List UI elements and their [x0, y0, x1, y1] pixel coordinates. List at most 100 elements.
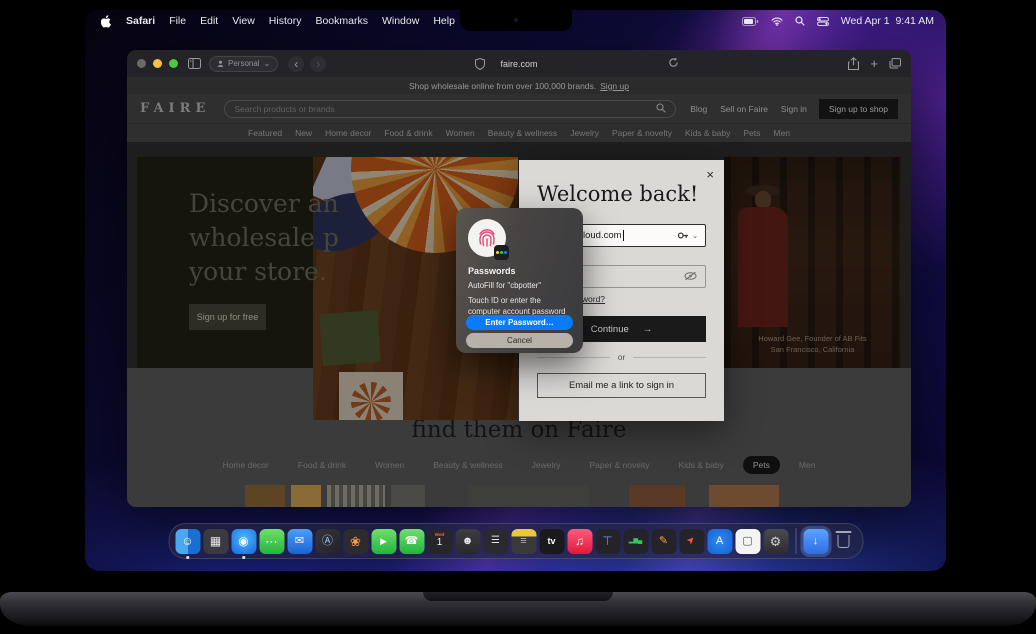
product-thumb[interactable]	[629, 485, 685, 507]
tab-overview-icon[interactable]	[889, 58, 901, 69]
menu-history[interactable]: History	[269, 15, 302, 27]
nav-home-decor[interactable]: Home decor	[325, 128, 371, 138]
menu-help[interactable]: Help	[433, 15, 455, 27]
banner-sign-up-link[interactable]: Sign up	[600, 81, 629, 91]
menu-bookmarks[interactable]: Bookmarks	[315, 15, 368, 27]
product-thumb[interactable]	[469, 485, 589, 507]
nav-featured[interactable]: Featured	[248, 128, 282, 138]
pill-beauty-wellness[interactable]: Beauty & wellness	[423, 456, 512, 474]
minimize-window-button[interactable]	[153, 59, 162, 68]
search-input[interactable]: Search products or brands	[224, 100, 676, 118]
dock-app-photos[interactable]: ❀	[343, 529, 368, 554]
nav-beauty-wellness[interactable]: Beauty & wellness	[488, 128, 557, 138]
dialog-app-name: Passwords	[468, 266, 516, 276]
product-thumb[interactable]	[291, 485, 321, 507]
pill-food-drink[interactable]: Food & drink	[288, 456, 356, 474]
pill-home-decor[interactable]: Home decor	[213, 456, 279, 474]
zoom-window-button[interactable]	[169, 59, 178, 68]
spotlight-search-icon[interactable]	[795, 16, 805, 26]
site-header: FAIRE Search products or brands Blog Sell…	[127, 94, 911, 123]
enter-password-button[interactable]: Enter Password…	[466, 315, 573, 330]
back-button[interactable]: ‹	[288, 56, 304, 72]
dock-app-messages[interactable]: ⋯	[259, 529, 284, 554]
menu-view[interactable]: View	[232, 15, 255, 27]
dock-app-appstore[interactable]: A	[707, 529, 732, 554]
header-link-sign-in[interactable]: Sign in	[781, 104, 807, 114]
share-icon[interactable]	[848, 57, 859, 70]
search-icon[interactable]	[656, 103, 666, 115]
dock-app-finder[interactable]: ☺	[175, 529, 200, 554]
product-thumb[interactable]	[709, 485, 779, 507]
pill-pets[interactable]: Pets	[743, 456, 780, 474]
dock-app-maps[interactable]: Ⓐ	[315, 529, 340, 554]
battery-icon[interactable]	[742, 17, 759, 26]
dock-app-calendar[interactable]: Wed1	[427, 529, 452, 554]
dock-app-safari[interactable]: ◉	[231, 529, 256, 554]
dock-app-pages[interactable]: ✎	[651, 529, 676, 554]
dock-app-keynote[interactable]: ⊤	[595, 529, 620, 554]
dock-app-numbers[interactable]: ▂▆▄	[623, 529, 648, 554]
chevron-down-icon: ⌄	[264, 59, 271, 68]
profile-switcher[interactable]: Personal ⌄	[209, 56, 278, 72]
cancel-button[interactable]: Cancel	[466, 333, 573, 348]
dock-app-trash[interactable]	[831, 529, 856, 554]
nav-pets[interactable]: Pets	[743, 128, 760, 138]
menu-safari[interactable]: Safari	[126, 15, 155, 27]
sign-up-for-free-button[interactable]: Sign up for free	[189, 304, 266, 330]
address-bar-url[interactable]: faire.com	[500, 59, 537, 69]
autofill-key-icon[interactable]	[677, 231, 690, 240]
menu-edit[interactable]: Edit	[200, 15, 218, 27]
display-notch	[460, 10, 572, 31]
pill-women[interactable]: Women	[365, 456, 414, 474]
reload-icon[interactable]	[668, 57, 679, 68]
dock-app-facetime[interactable]: ▶	[371, 529, 396, 554]
menu-bar-clock[interactable]: Wed Apr 1 9:41 AM	[841, 15, 934, 27]
product-thumb[interactable]	[245, 485, 285, 507]
dock-app-tv[interactable]: tv	[539, 529, 564, 554]
dock-app-downloads[interactable]: ↓	[803, 529, 828, 554]
nav-new[interactable]: New	[295, 128, 312, 138]
privacy-shield-icon[interactable]	[475, 58, 485, 70]
product-thumb[interactable]	[327, 485, 385, 507]
pill-men[interactable]: Men	[789, 456, 826, 474]
pill-kids-baby[interactable]: Kids & baby	[669, 456, 734, 474]
nav-paper-novelty[interactable]: Paper & novelty	[612, 128, 672, 138]
wifi-icon[interactable]	[771, 17, 783, 26]
sign-up-to-shop-button[interactable]: Sign up to shop	[819, 99, 898, 119]
menu-window[interactable]: Window	[382, 15, 419, 27]
show-password-eye-icon[interactable]	[684, 268, 697, 286]
dock-app-rocket[interactable]: ➤	[679, 529, 704, 554]
dock-app-reminders[interactable]: ☰	[483, 529, 508, 554]
faire-logo[interactable]: FAIRE	[140, 101, 210, 116]
pill-jewelry[interactable]: Jewelry	[522, 456, 571, 474]
nav-women[interactable]: Women	[446, 128, 475, 138]
nav-kids-baby[interactable]: Kids & baby	[685, 128, 730, 138]
apple-menu-icon[interactable]	[101, 15, 112, 28]
sidebar-toggle-icon[interactable]	[188, 58, 201, 69]
promo-banner: Shop wholesale online from over 100,000 …	[127, 77, 911, 94]
nav-jewelry[interactable]: Jewelry	[570, 128, 599, 138]
menu-file[interactable]: File	[169, 15, 186, 27]
close-icon[interactable]: ×	[706, 168, 714, 181]
dock-app-freeform[interactable]: ▢	[735, 529, 760, 554]
dock-app-phone[interactable]: ☎	[399, 529, 424, 554]
close-window-button[interactable]	[137, 59, 146, 68]
dock-app-launchpad[interactable]: ▦	[203, 529, 228, 554]
dock-app-settings[interactable]: ⚙	[763, 529, 788, 554]
forward-button[interactable]: ›	[310, 56, 326, 72]
dock-app-notes[interactable]: ≡	[511, 529, 536, 554]
pill-paper-novelty[interactable]: Paper & novelty	[579, 456, 659, 474]
header-link-sell-on-faire[interactable]: Sell on Faire	[720, 104, 768, 114]
dock-app-contacts[interactable]: ☻	[455, 529, 480, 554]
email-link-button[interactable]: Email me a link to sign in	[537, 373, 706, 398]
dock-app-mail[interactable]: ✉	[287, 529, 312, 554]
control-center-icon[interactable]	[817, 17, 829, 26]
nav-food-drink[interactable]: Food & drink	[384, 128, 432, 138]
category-pills: Home decor Food & drink Women Beauty & well…	[127, 456, 911, 474]
dock-app-music[interactable]: ♫	[567, 529, 592, 554]
product-thumb[interactable]	[391, 485, 425, 507]
nav-men[interactable]: Men	[773, 128, 790, 138]
header-link-blog[interactable]: Blog	[690, 104, 707, 114]
trash-icon	[838, 535, 850, 548]
new-tab-icon[interactable]: +	[870, 57, 878, 70]
